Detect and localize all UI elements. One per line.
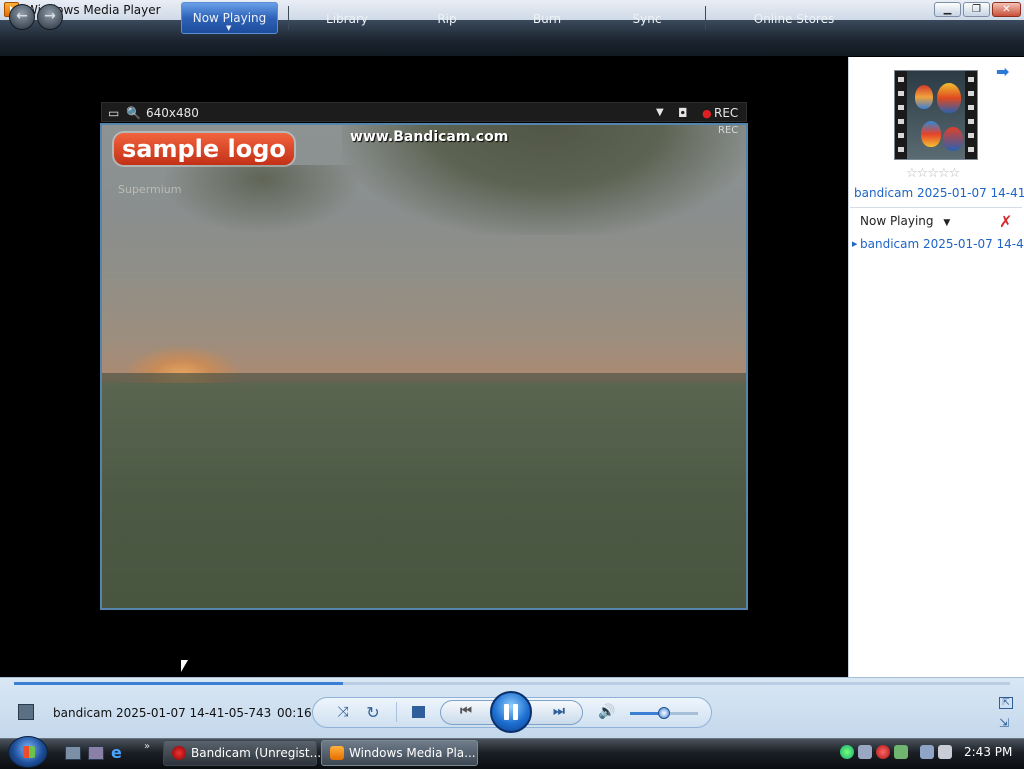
repeat-icon: ↻ (366, 703, 380, 722)
fullscreen-icon: ⇱ (1002, 698, 1010, 708)
shuffle-icon: ⤨ (337, 704, 349, 720)
forward-arrow-icon: → (44, 8, 56, 24)
now-playing-dropdown[interactable]: Now Playing ▼ (860, 214, 950, 228)
start-button[interactable] (8, 736, 48, 768)
now-playing-label: Now Playing (860, 214, 934, 228)
system-tray (836, 740, 956, 766)
tab-online-stores[interactable]: Online Stores (745, 2, 843, 34)
panel-divider (850, 207, 1022, 208)
previous-button[interactable]: ⏮ (452, 704, 480, 719)
network-icon[interactable] (920, 745, 934, 759)
chevron-down-icon: ▼ (943, 218, 951, 228)
volume-thumb[interactable] (658, 707, 670, 719)
back-button[interactable]: ← (9, 4, 35, 30)
taskbar-item-label: Windows Media Pla... (349, 746, 476, 760)
tab-label: Now Playing (192, 11, 267, 25)
bandicam-toolbar: ▭ 🔍 640x480 ▼ ◘ ● REC (101, 102, 747, 122)
record-dot-icon: ● (702, 107, 712, 120)
taskbar-item-label: Bandicam (Unregist... (191, 746, 322, 760)
pause-icon (513, 704, 518, 720)
balloon-image (937, 83, 961, 113)
taskbar-clock[interactable]: 2:43 PM (964, 745, 1012, 759)
bandicam-icon (172, 746, 186, 760)
switch-to-compact-button[interactable]: ⇲ (999, 716, 1009, 730)
close-button[interactable]: ✕ (992, 2, 1021, 17)
controls-divider (396, 702, 397, 722)
taskbar-item-wmp[interactable]: Windows Media Pla... (321, 740, 478, 766)
safely-remove-icon[interactable] (894, 745, 908, 759)
playlist-item[interactable]: bandicam 2025-01-07 14-41-... (860, 237, 1024, 251)
playing-indicator-icon: ▶ (852, 240, 858, 248)
restore-icon: ❐ (972, 4, 981, 15)
resolution-label: 640x480 (146, 106, 199, 120)
camera-icon[interactable]: ◘ (678, 106, 688, 120)
tray-status-icon[interactable] (840, 745, 854, 759)
chevron-down-icon[interactable]: ▼ (656, 107, 664, 118)
tray-app-icon[interactable] (858, 745, 872, 759)
window-select-icon[interactable]: ▭ (108, 106, 119, 120)
switch-windows-icon[interactable] (88, 746, 104, 760)
pause-button[interactable] (490, 691, 532, 733)
filmstrip-left (895, 71, 907, 159)
quicklaunch-more-icon[interactable]: » (144, 741, 150, 752)
minimize-icon: ▁ (943, 4, 952, 15)
star-rating[interactable]: ☆☆☆☆☆ (906, 166, 960, 181)
tab-sync[interactable]: Sync (620, 2, 674, 34)
tab-burn[interactable]: Burn (520, 2, 574, 34)
windows-logo-icon (23, 746, 35, 758)
previous-icon: ⏮ (460, 704, 472, 719)
tab-rip[interactable]: Rip (420, 2, 474, 34)
stop-button[interactable] (412, 706, 425, 718)
clear-list-icon[interactable]: ✗ (999, 212, 1012, 231)
internet-explorer-icon[interactable]: e (111, 743, 127, 762)
forward-button[interactable]: → (37, 4, 63, 30)
chevron-down-icon[interactable]: ▼ (226, 25, 231, 32)
mute-button[interactable]: 🔊 (598, 704, 616, 720)
rec-button[interactable]: REC (714, 106, 738, 120)
nav-bar (0, 20, 1024, 57)
wmp-icon (330, 746, 344, 760)
corner-watermark: REC (718, 125, 739, 136)
pause-icon (504, 704, 509, 720)
logo-subtext: Supermium (118, 183, 182, 196)
sample-logo: sample logo (114, 133, 294, 165)
back-arrow-icon: ← (16, 8, 28, 24)
nav-divider (288, 6, 289, 30)
security-alert-icon[interactable] (876, 745, 890, 759)
minimize-button[interactable]: ▁ (934, 2, 961, 17)
nav-divider (705, 6, 706, 30)
tree-canopy-left (162, 165, 362, 235)
tab-library[interactable]: Library (310, 2, 384, 34)
balloon-image (915, 85, 933, 109)
restore-button[interactable]: ❐ (963, 2, 990, 17)
balloon-image (921, 121, 941, 147)
compact-mode-icon: ⇲ (999, 716, 1010, 730)
taskbar-item-bandicam[interactable]: Bandicam (Unregist... (163, 740, 321, 766)
shuffle-button[interactable]: ⤨ (333, 704, 353, 720)
repeat-button[interactable]: ↻ (363, 703, 383, 722)
show-desktop-icon[interactable] (65, 746, 81, 760)
seek-progress (14, 682, 343, 685)
fullscreen-button[interactable]: ⇱ (999, 697, 1013, 709)
tab-now-playing[interactable]: Now Playing ▼ (181, 2, 278, 34)
search-icon[interactable]: 🔍 (126, 106, 141, 120)
elapsed-time[interactable]: 00:16 (277, 706, 312, 720)
media-title-link[interactable]: bandicam 2025-01-07 14-41-0... (854, 186, 1024, 200)
album-art[interactable] (894, 70, 978, 160)
filmstrip-right (965, 71, 977, 159)
mouse-cursor-icon (181, 660, 188, 672)
grass-field (102, 383, 746, 608)
speaker-icon: 🔊 (598, 704, 616, 720)
balloon-image (943, 127, 963, 151)
video-frame[interactable]: sample logo Supermium www.Bandicam.com R… (100, 123, 748, 610)
bandicam-watermark: www.Bandicam.com (350, 129, 509, 145)
next-icon: ⏭ (553, 704, 565, 719)
show-list-arrow-icon[interactable]: ➡ (996, 62, 1009, 81)
next-button[interactable]: ⏭ (545, 704, 573, 719)
media-type-icon (18, 704, 34, 720)
close-icon: ✕ (1002, 4, 1011, 15)
status-media-title: bandicam 2025-01-07 14-41-05-743 (53, 706, 272, 720)
volume-muted-icon[interactable] (938, 745, 952, 759)
